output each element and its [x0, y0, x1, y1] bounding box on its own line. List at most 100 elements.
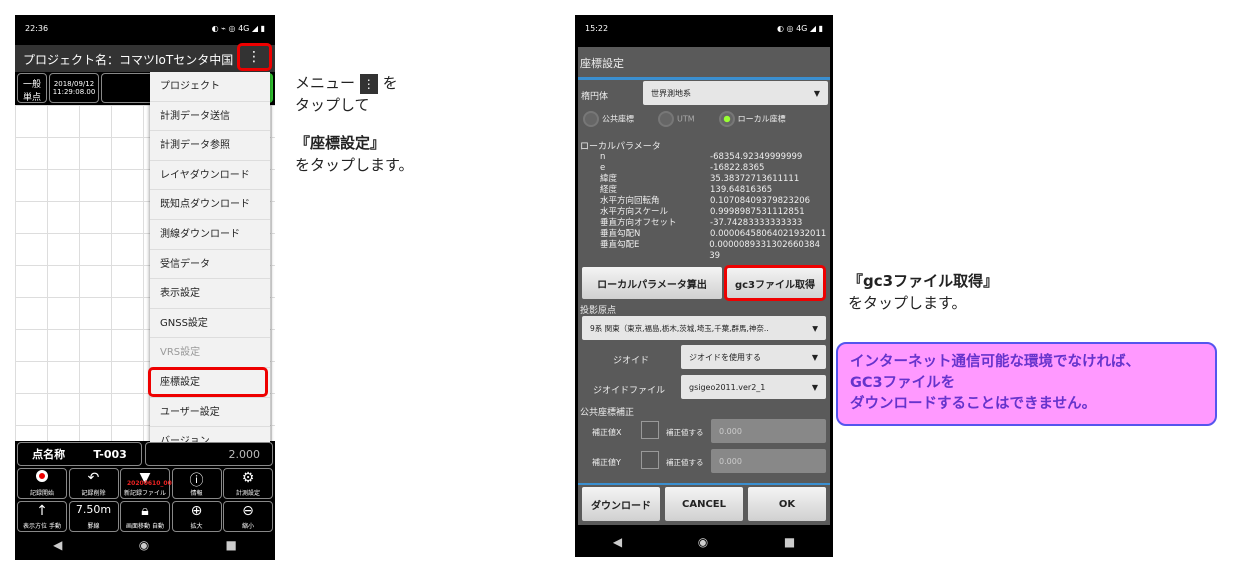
left-phone: 22:36 ◐ ⌁ ◎ 4G ◢ ▮ プロジェクト名：コマツIoTセンタ中国 ⋮ … — [15, 15, 275, 560]
gear-icon-button[interactable]: ⚙ 計測設定 — [223, 468, 273, 499]
button-divider — [578, 483, 830, 485]
param-row: 緯度 35.38372713611111 — [578, 174, 830, 185]
dropdown-arrow-icon: ▼ — [812, 323, 818, 333]
param-row: 水平方向回転角 0.10708409379823206 — [578, 196, 830, 207]
menu-item[interactable]: 計測データ参照 — [150, 131, 270, 161]
param-row: 垂直勾配N 0.000064580640219320​11 — [578, 229, 830, 240]
calc-local-params-button[interactable]: ローカルパラメータ算出 — [582, 267, 722, 299]
projection-select[interactable]: 9系 関東（東京,福島,栃木,茨城,埼玉,千葉,群馬,神奈.. ▼ — [582, 316, 826, 340]
button-label: 表示方位 手動 — [23, 523, 61, 530]
button-label: 縮小 — [241, 523, 254, 530]
undo-icon: ↶ — [87, 470, 100, 486]
param-name: 緯度 — [600, 174, 618, 184]
param-name: 経度 — [600, 185, 618, 195]
right-phone: 15:22 ◐ ◎ 4G ◢ ▮ 座標設定 楕円体 世界測地系 ▼ 公共座標 UTM… — [575, 15, 833, 557]
menu-item[interactable]: プロジェクト — [150, 72, 270, 102]
cancel-button[interactable]: CANCEL — [665, 487, 743, 521]
scale-button[interactable]: 7.50m 罫線 — [68, 501, 119, 532]
left-instruction: メニュー ⋮ を タップして 『座標設定』 をタップします。 — [295, 73, 414, 174]
lock-icon-button[interactable]: 🔒︎ 画面移動 自動 — [120, 501, 170, 532]
menu-item[interactable]: 既知点ダウンロード — [150, 190, 270, 220]
correction-x-checkbox[interactable] — [641, 421, 659, 439]
back-icon[interactable]: ◀ — [613, 535, 622, 549]
ok-button[interactable]: OK — [748, 487, 826, 521]
param-name: n — [600, 152, 606, 162]
undo-icon-button[interactable]: ↶ 記録削除 — [68, 468, 119, 499]
nav-bar: ◀ ◉ ■ — [575, 527, 833, 557]
menu-item[interactable]: 計測データ送信 — [150, 102, 270, 132]
param-value: -37.74283333333333 — [710, 218, 803, 228]
button-label: 記録開始 — [29, 490, 54, 497]
menu-item: VRS設定 — [150, 338, 270, 368]
menu-item[interactable]: GNSS設定 — [150, 309, 270, 339]
correction-y-input[interactable]: 0.000 — [711, 449, 826, 473]
param-row: 垂直方向オフセット -37.74283333333333 — [578, 218, 830, 229]
antenna-box[interactable]: 2.000 — [145, 442, 273, 466]
menu-item[interactable]: 表示設定 — [150, 279, 270, 309]
mode-box[interactable]: 一般 単点 — [17, 73, 47, 103]
ellipsoid-select[interactable]: 世界測地系 ▼ — [643, 81, 828, 105]
home-icon[interactable]: ◉ — [139, 538, 149, 552]
project-title: プロジェクト名：コマツIoTセンタ中国 — [23, 53, 234, 67]
menu-item[interactable]: レイヤダウンロード — [150, 161, 270, 191]
zoom-out-icon-button[interactable]: ⊖ 縮小 — [223, 501, 273, 532]
menu-highlight — [237, 43, 272, 71]
menu-item[interactable]: 測線ダウンロード — [150, 220, 270, 250]
back-icon[interactable]: ◀ — [53, 538, 62, 552]
dropdown-arrow-icon: ▼ — [811, 352, 818, 362]
menu-item[interactable]: 受信データ — [150, 250, 270, 280]
menu-item[interactable]: ユーザー設定 — [150, 398, 270, 428]
correction-x-input[interactable]: 0.000 — [711, 419, 826, 443]
coordinate-settings-highlight — [148, 367, 268, 397]
overflow-menu-icon: ⋮ — [359, 73, 378, 94]
button-label: 計測設定 — [235, 490, 260, 497]
geoid-file-select[interactable]: gsigeo2011.ver2_1 ▼ — [681, 375, 826, 399]
geoid-select[interactable]: ジオイドを使用する ▼ — [681, 345, 826, 369]
zoom-in-icon: ⊕ — [190, 503, 203, 519]
button-label: 記録削除 — [81, 490, 106, 497]
status-bar: 15:22 ◐ ◎ 4G ◢ ▮ — [585, 24, 823, 33]
right-instruction: 『gc3ファイル取得』 をタップします。 — [848, 272, 999, 312]
warning-callout: インターネット通信可能な環境でなければ、 GC3ファイルを ダウンロードすること… — [836, 342, 1217, 426]
param-name: e — [600, 163, 606, 173]
radio-public[interactable]: 公共座標 — [583, 111, 634, 127]
zoom-in-icon-button[interactable]: ⊕ 拡大 — [171, 501, 222, 532]
button-label: 罫線 — [87, 523, 100, 530]
param-name: 垂直勾配E — [600, 240, 640, 250]
param-name: 垂直方向オフセット — [600, 218, 677, 228]
param-row: n -68354.92349999999 — [578, 152, 830, 163]
param-value: 0.000064580640219320​11 — [710, 229, 827, 239]
button-label: 画面移動 自動 — [126, 523, 164, 530]
record-icon-button[interactable]: 記録開始 — [17, 468, 67, 499]
info-icon: ⓘ — [189, 473, 204, 489]
radio-utm[interactable]: UTM — [658, 111, 695, 127]
home-icon[interactable]: ◉ — [698, 535, 708, 549]
title-divider — [578, 77, 830, 80]
radio-local[interactable]: ローカル座標 — [718, 111, 786, 127]
dialog-title: 座標設定 — [580, 57, 624, 70]
param-value: 0.9998987531112851 — [710, 207, 805, 217]
param-row: e -16822.8365 — [578, 163, 830, 174]
param-value: 139.64816365 — [710, 185, 773, 195]
point-name-box[interactable]: 点名称 T-003 — [17, 442, 142, 466]
recents-icon[interactable]: ■ — [784, 535, 795, 549]
button-label: 情報 — [190, 490, 203, 497]
recents-icon[interactable]: ■ — [226, 538, 237, 552]
overflow-menu: プロジェクト 計測データ送信 計測データ参照 レイヤダウンロード 既知点ダウンロ… — [150, 72, 270, 457]
file-icon-button[interactable]: ▼ 20200610_001 新記録ファイル — [120, 468, 176, 499]
param-value: 35.38372713611111 — [710, 174, 800, 184]
param-name: 水平方向回転角 — [600, 196, 660, 206]
nav-bar: ◀ ◉ ■ — [15, 530, 275, 560]
arrow-up-icon-button[interactable]: ↑ 表示方位 手動 — [17, 501, 67, 532]
info-icon-button[interactable]: ⓘ 情報 — [171, 468, 222, 499]
app-bar: プロジェクト名：コマツIoTセンタ中国 ⋮ — [15, 45, 275, 72]
download-button[interactable]: ダウンロード — [582, 487, 660, 521]
record-icon — [18, 470, 66, 488]
param-value: 0.10708409379823206 — [710, 196, 811, 206]
correction-y-checkbox[interactable] — [641, 451, 659, 469]
param-row: 垂直勾配E 0.0000089331302660384​39 — [578, 240, 830, 262]
dropdown-arrow-icon: ▼ — [813, 88, 820, 98]
param-name: 垂直勾配N — [600, 229, 641, 239]
grid-scale-value: 7.50m — [75, 503, 112, 516]
datetime-box: 2018/09/12 11:29:08.00 — [49, 73, 99, 103]
